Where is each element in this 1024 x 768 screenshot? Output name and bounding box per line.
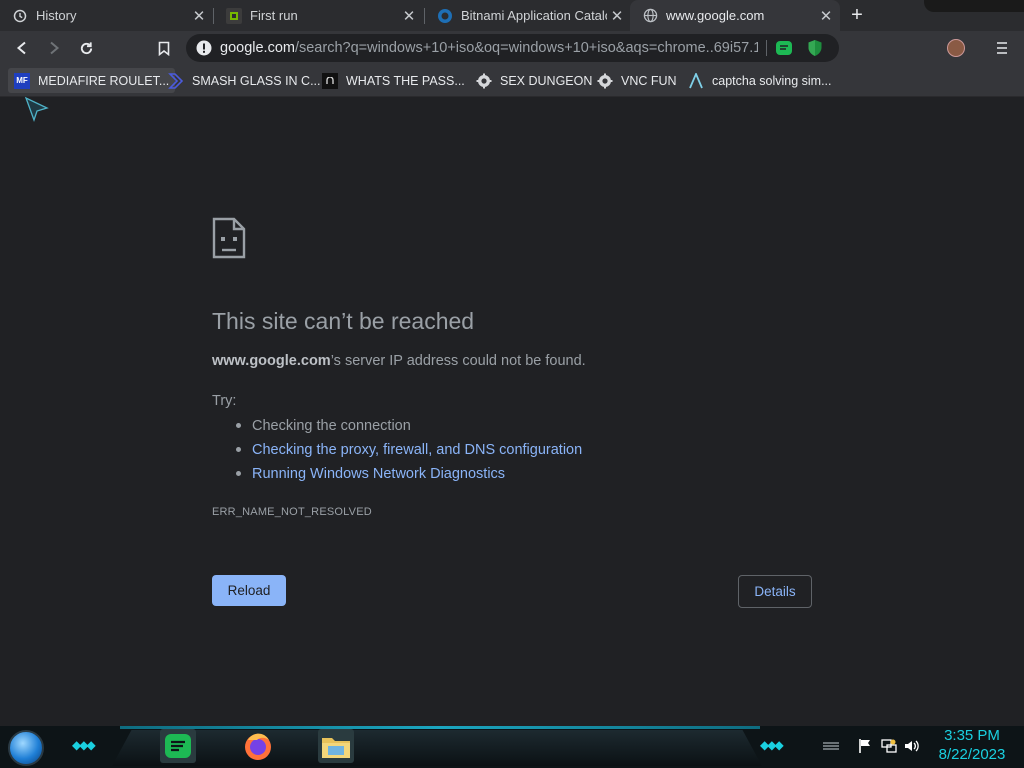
- info-icon[interactable]: [196, 40, 212, 56]
- bookmark-mediafire[interactable]: MF MEDIAFIRE ROULET...: [8, 68, 176, 93]
- flag-icon[interactable]: [856, 738, 874, 754]
- system-clock[interactable]: 3:35 PM 8/22/2023: [930, 727, 1014, 765]
- window-frame-decoration: [924, 0, 1024, 12]
- tab-first-run[interactable]: First run ✕: [214, 0, 423, 31]
- globe-icon: [642, 8, 658, 24]
- suggestion-check-connection: Checking the connection: [212, 417, 582, 441]
- bookmark-vnc-fun[interactable]: VNC FUN: [591, 68, 683, 93]
- gear-logo-icon: [597, 73, 613, 89]
- browser-toolbar: google.com/search?q=windows+10+iso&oq=wi…: [0, 31, 1024, 65]
- mouse-cursor-icon: [24, 96, 50, 127]
- close-icon[interactable]: ✕: [189, 7, 209, 25]
- bookmarks-bar: MF MEDIAFIRE ROULET... SMASH GLASS IN C.…: [0, 65, 1024, 97]
- close-icon[interactable]: ✕: [607, 7, 627, 25]
- shield-extension-icon[interactable]: [807, 39, 825, 57]
- spotify-extension-icon[interactable]: [775, 39, 793, 57]
- bookmark-whats-the-pass[interactable]: WHATS THE PASS...: [316, 68, 471, 93]
- bookmark-captcha[interactable]: captcha solving sim...: [682, 68, 838, 93]
- try-label: Try:: [212, 393, 237, 409]
- bitnami-icon: [437, 8, 453, 24]
- forward-arrow-icon[interactable]: [43, 37, 65, 59]
- error-title: This site can’t be reached: [212, 308, 475, 334]
- tab-google[interactable]: www.google.com ✕: [630, 0, 840, 31]
- bookmark-label: WHATS THE PASS...: [346, 73, 465, 88]
- suggestion-check-proxy-link[interactable]: Checking the proxy, firewall, and DNS co…: [212, 441, 582, 465]
- start-orb-icon[interactable]: [8, 730, 44, 766]
- bookmark-label: MEDIAFIRE ROULET...: [38, 73, 170, 88]
- bookmark-label: captcha solving sim...: [712, 73, 832, 88]
- bookmark-label: VNC FUN: [621, 73, 677, 88]
- history-icon: [12, 8, 28, 24]
- sad-page-icon: [212, 217, 246, 264]
- tab-title: Bitnami Application Catalog: [461, 8, 607, 23]
- tab-title: First run: [250, 8, 298, 23]
- tab-bitnami[interactable]: Bitnami Application Catalog ✕: [425, 0, 631, 31]
- mediafire-icon: MF: [14, 72, 30, 89]
- firefox-icon[interactable]: [240, 729, 276, 763]
- suggestion-network-diagnostics-link[interactable]: Running Windows Network Diagnostics: [212, 465, 582, 489]
- url-domain: google.com: [220, 40, 295, 56]
- decorative-chevrons: ◆◆◆: [760, 738, 784, 752]
- suggestion-list: Checking the connection Checking the pro…: [212, 417, 582, 489]
- reload-button[interactable]: Reload: [212, 575, 286, 606]
- tab-title: www.google.com: [666, 8, 765, 23]
- new-tab-plus-icon[interactable]: +: [846, 4, 868, 26]
- volume-icon[interactable]: [903, 738, 921, 754]
- url-text: google.com/search?q=windows+10+iso&oq=wi…: [220, 40, 758, 56]
- tab-strip: History ✕ First run ✕ Bitnami Applicatio…: [0, 0, 1024, 31]
- file-explorer-icon[interactable]: [318, 729, 354, 763]
- lambda-icon: [688, 72, 704, 89]
- bookmark-icon[interactable]: [153, 37, 175, 59]
- taskbar: ◆◆◆ ◆◆◆: [0, 726, 1024, 768]
- url-path: /search?q=windows+10+iso&oq=windows+10+i…: [294, 40, 759, 56]
- dark-site-icon: [322, 72, 338, 89]
- error-host: www.google.com: [212, 353, 331, 369]
- taskbar-panel: [112, 730, 762, 766]
- clock-date: 8/22/2023: [938, 746, 1006, 763]
- back-arrow-icon[interactable]: [11, 37, 33, 59]
- error-message: ’s server IP address could not be found.: [330, 353, 586, 369]
- reload-icon[interactable]: [75, 37, 97, 59]
- show-hidden-icons-icon[interactable]: [822, 738, 840, 754]
- bookmark-smash-glass[interactable]: SMASH GLASS IN C...: [162, 68, 327, 93]
- tab-title: History: [36, 8, 77, 23]
- error-description: www.google.com’s server IP address could…: [212, 353, 586, 369]
- kebab-menu-icon[interactable]: [993, 39, 1011, 57]
- gear-logo-icon: [476, 73, 492, 89]
- omnibox-divider: [766, 40, 768, 56]
- close-icon[interactable]: ✕: [816, 7, 836, 25]
- bookmark-label: SMASH GLASS IN C...: [192, 73, 321, 88]
- nvidia-icon: [226, 7, 242, 24]
- details-button[interactable]: Details: [738, 575, 812, 608]
- chevron-logo-icon: [168, 72, 184, 89]
- decorative-chevrons: ◆◆◆: [72, 738, 96, 752]
- close-icon[interactable]: ✕: [399, 7, 419, 25]
- profile-avatar[interactable]: [947, 39, 965, 57]
- taskbar-glow-strip: [120, 726, 760, 729]
- address-bar[interactable]: google.com/search?q=windows+10+iso&oq=wi…: [186, 34, 839, 62]
- tab-history[interactable]: History ✕: [0, 0, 213, 31]
- spotify-icon[interactable]: [160, 729, 196, 763]
- network-icon[interactable]: [880, 738, 898, 754]
- bookmark-label: SEX DUNGEON: [500, 73, 593, 88]
- bookmark-sex-dungeon[interactable]: SEX DUNGEON: [470, 68, 598, 93]
- clock-time: 3:35 PM: [944, 727, 1000, 744]
- error-code: ERR_NAME_NOT_RESOLVED: [212, 506, 372, 518]
